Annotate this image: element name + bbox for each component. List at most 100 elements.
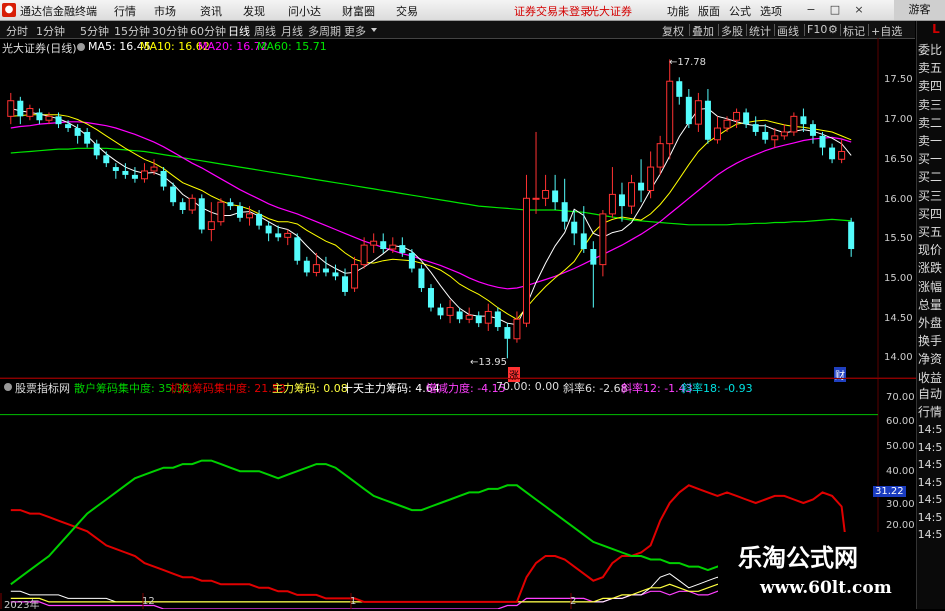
period-weekly[interactable]: 周线 — [254, 23, 276, 39]
side-panel-item[interactable]: 卖四 — [917, 79, 943, 94]
tool-draw-line[interactable]: 画线 — [777, 23, 799, 39]
settings-gear-icon[interactable]: ⚙ — [828, 23, 838, 36]
finance-marker[interactable]: 财 — [834, 367, 846, 382]
maximize-icon[interactable]: □ — [824, 0, 846, 20]
trade-login-warning[interactable]: 证券交易未登录 — [514, 3, 591, 19]
period-daily[interactable]: 日线 — [228, 23, 250, 39]
side-panel-item[interactable]: 买四 — [917, 207, 943, 222]
indicator-accel: 增减力度: -4.15 — [426, 382, 506, 395]
side-panel-item[interactable]: 收益 — [917, 371, 943, 386]
candle-body-down — [275, 233, 282, 238]
candle-body-up — [713, 127, 721, 141]
side-panel-label[interactable]: L — [930, 22, 942, 37]
menu-formula[interactable]: 公式 — [729, 3, 751, 19]
indicator-name[interactable]: 股票指标网 — [15, 380, 70, 396]
side-panel-bottom-item[interactable]: 14:5 — [917, 440, 943, 455]
candle-body-down — [103, 155, 110, 164]
period-5min[interactable]: 5分钟 — [80, 23, 109, 39]
menu-options[interactable]: 选项 — [760, 3, 782, 19]
side-panel-item[interactable]: 总量 — [917, 298, 943, 313]
side-panel-item[interactable]: 买三 — [917, 189, 943, 204]
side-panel-bottom-item[interactable]: 自动 — [917, 387, 943, 402]
candle-body-down — [256, 213, 263, 226]
period-timeshare[interactable]: 分时 — [6, 23, 28, 39]
candle-body-up — [694, 100, 702, 125]
candle-body-up — [666, 80, 674, 145]
candle-body-down — [65, 124, 72, 129]
tool-f10[interactable]: F10 — [807, 23, 827, 36]
candle-body-up — [513, 318, 521, 340]
period-monthly[interactable]: 月线 — [281, 23, 303, 39]
chart-canvas[interactable] — [0, 38, 916, 609]
indicator-settings-icon[interactable] — [4, 383, 12, 391]
tool-add-watchlist[interactable]: +自选 — [871, 23, 902, 39]
candle-body-up — [522, 197, 530, 324]
side-panel-item[interactable]: 买五 — [917, 225, 943, 240]
tool-adjust[interactable]: 复权 — [662, 23, 684, 39]
candle-body-up — [207, 221, 215, 231]
side-panel-bottom-item[interactable]: 14:5 — [917, 527, 943, 542]
side-panel-item[interactable]: 卖一 — [917, 134, 943, 149]
menu-quotes[interactable]: 行情 — [114, 3, 136, 19]
period-more[interactable]: 更多 — [344, 23, 366, 39]
side-panel-item[interactable]: 涨跌 — [917, 261, 943, 276]
high-price-annotation: ←17.78 — [669, 57, 707, 68]
app-title: 通达信金融终端 — [20, 5, 97, 18]
side-panel-bottom-item[interactable]: 14:5 — [917, 422, 943, 437]
candle-body-up — [780, 131, 788, 137]
menu-trade[interactable]: 交易 — [396, 3, 418, 19]
tool-statistics[interactable]: 统计 — [749, 23, 771, 39]
menu-ask-xiaoda[interactable]: 问小达 — [288, 3, 321, 19]
side-panel-bottom-item[interactable]: 行情 — [917, 405, 943, 420]
close-icon[interactable]: × — [848, 0, 870, 20]
side-panel-item[interactable]: 换手 — [917, 334, 943, 349]
side-panel-item[interactable]: 委比 — [917, 43, 943, 58]
more-chevron-down-icon[interactable] — [371, 28, 377, 32]
candle-body-up — [542, 189, 550, 199]
menu-market[interactable]: 市场 — [154, 3, 176, 19]
tool-multi-stock[interactable]: 多股 — [721, 23, 743, 39]
period-60min[interactable]: 60分钟 — [190, 23, 226, 39]
candle-body-down — [112, 167, 119, 171]
side-panel-item[interactable]: 外盘 — [917, 316, 943, 331]
side-panel-item[interactable]: 买一 — [917, 152, 943, 167]
candle-body-up — [360, 244, 368, 266]
price-tick: 17.50 — [884, 74, 913, 85]
period-1min[interactable]: 1分钟 — [36, 23, 65, 39]
candle-body-down — [580, 233, 587, 250]
side-panel-item[interactable]: 卖五 — [917, 61, 943, 76]
side-panel-item[interactable]: 买二 — [917, 170, 943, 185]
period-15min[interactable]: 15分钟 — [114, 23, 150, 39]
menu-function[interactable]: 功能 — [667, 3, 689, 19]
side-panel-item[interactable]: 卖二 — [917, 116, 943, 131]
side-panel-item[interactable]: 净资 — [917, 352, 943, 367]
ma-settings-icon[interactable] — [77, 43, 85, 51]
candle-body-up — [656, 143, 664, 168]
candle-body-down — [160, 170, 167, 187]
side-panel-bottom-item[interactable]: 14:5 — [917, 457, 943, 472]
menu-news[interactable]: 资讯 — [200, 3, 222, 19]
menu-wealth-circle[interactable]: 财富圈 — [342, 3, 375, 19]
price-tick: 16.50 — [884, 154, 913, 165]
side-panel-item[interactable]: 涨幅 — [917, 280, 943, 295]
price-tick: 15.50 — [884, 233, 913, 244]
candle-body-down — [408, 252, 415, 269]
candle-body-up — [188, 197, 196, 211]
guest-login-button[interactable]: 游客 — [894, 0, 945, 20]
side-panel-bottom-item[interactable]: 14:5 — [917, 492, 943, 507]
minimize-icon[interactable]: − — [800, 0, 822, 20]
candle-body-up — [389, 244, 397, 250]
period-multi[interactable]: 多周期 — [308, 23, 341, 39]
side-panel-bottom-item[interactable]: 14:5 — [917, 510, 943, 525]
tool-overlay[interactable]: 叠加 — [692, 23, 714, 39]
stock-title: 光大证券(日线) — [2, 42, 77, 55]
side-panel-item[interactable]: 现价 — [917, 243, 943, 258]
menu-bar: ● 通达信金融终端 行情 市场 资讯 发现 问小达 财富圈 交易 证券交易未登录… — [0, 0, 945, 21]
side-panel-bottom-item[interactable]: 14:5 — [917, 475, 943, 490]
menu-layout[interactable]: 版面 — [698, 3, 720, 19]
period-30min[interactable]: 30分钟 — [152, 23, 188, 39]
tool-mark[interactable]: 标记 — [843, 23, 865, 39]
tool-separator — [718, 24, 719, 36]
side-panel-item[interactable]: 卖三 — [917, 98, 943, 113]
menu-discover[interactable]: 发现 — [243, 3, 265, 19]
